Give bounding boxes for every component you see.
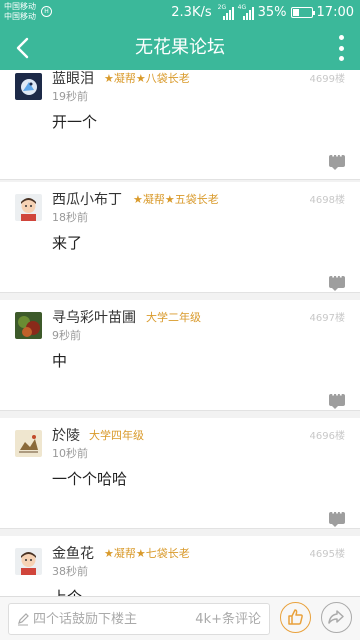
comment-icon[interactable]: [329, 151, 345, 170]
list-item[interactable]: 金鱼花 ★凝帮★七袋长老 38秒前 4695楼 上个: [0, 536, 360, 596]
page-title: 无花果论坛: [135, 37, 225, 58]
more-vertical-icon[interactable]: [336, 35, 346, 61]
hd-icon: H: [41, 6, 52, 17]
list-item[interactable]: 西瓜小布丁 ★凝帮★五袋长老 18秒前 4698楼 来了: [0, 182, 360, 293]
clock: 17:00: [316, 5, 354, 20]
post-time: 38秒前: [52, 565, 88, 578]
comment-count[interactable]: 4k+条评论: [195, 611, 261, 629]
reply-list: 蓝眼泪 ★凝帮★八袋长老 19秒前 4699楼 开一个 西瓜小布丁 ★凝帮★五袋…: [0, 70, 360, 596]
avatar[interactable]: [15, 312, 42, 339]
avatar[interactable]: [15, 73, 42, 100]
comment-input[interactable]: 四个话鼓励下楼主 4k+条评论: [8, 603, 270, 635]
post-time: 10秒前: [52, 447, 88, 460]
username[interactable]: 西瓜小布丁: [52, 190, 122, 210]
post-content: 上个: [52, 587, 82, 596]
thumbs-up-icon[interactable]: [280, 602, 311, 633]
rank-badge: ★凝帮★八袋长老: [104, 72, 190, 85]
post-content: 一个个哈哈: [52, 470, 128, 488]
comment-icon[interactable]: [329, 390, 345, 409]
rank-badge: ★凝帮★七袋长老: [104, 547, 190, 560]
rank-badge: ★凝帮★五袋长老: [133, 193, 219, 206]
carrier-2: 中国移动: [4, 12, 36, 21]
carrier-labels: 中国移动 中国移动: [4, 2, 36, 22]
username[interactable]: 蓝眼泪: [52, 70, 94, 89]
signal-sim2-icon: 4G: [238, 4, 254, 20]
post-content: 中: [52, 352, 68, 370]
floor-number: 4699楼: [309, 74, 345, 85]
pen-icon: [18, 613, 29, 626]
username[interactable]: 寻乌彩叶苗圃: [52, 308, 136, 328]
battery-icon: [290, 7, 315, 18]
post-time: 18秒前: [52, 211, 88, 224]
floor-number: 4698楼: [309, 195, 345, 206]
comment-placeholder: 四个话鼓励下楼主: [33, 612, 138, 627]
share-icon[interactable]: [321, 602, 352, 633]
comment-icon[interactable]: [329, 272, 345, 291]
carrier-1: 中国移动: [4, 2, 36, 11]
floor-number: 4696楼: [309, 431, 345, 442]
signal-sim1-icon: 2G: [218, 4, 234, 20]
username[interactable]: 金鱼花: [52, 544, 94, 564]
avatar[interactable]: [15, 430, 42, 457]
post-content: 来了: [52, 234, 83, 252]
rank-badge: 大学二年级: [146, 311, 201, 324]
floor-number: 4695楼: [309, 549, 345, 560]
bottom-bar: 四个话鼓励下楼主 4k+条评论: [0, 596, 360, 640]
list-item[interactable]: 寻乌彩叶苗圃 大学二年级 9秒前 4697楼 中: [0, 300, 360, 411]
post-content: 开一个: [52, 113, 98, 131]
post-time: 9秒前: [52, 329, 81, 342]
list-item[interactable]: 於陵 大学四年级 10秒前 4696楼 一个个哈哈: [0, 418, 360, 529]
post-time: 19秒前: [52, 90, 88, 103]
battery-percent: 35%: [257, 5, 287, 20]
app-bar: 无花果论坛: [0, 25, 360, 70]
rank-badge: 大学四年级: [89, 429, 144, 442]
network-speed: 2.3K/s: [171, 5, 212, 20]
avatar[interactable]: [15, 548, 42, 575]
username[interactable]: 於陵: [52, 426, 80, 446]
avatar[interactable]: [15, 194, 42, 221]
list-item[interactable]: 蓝眼泪 ★凝帮★八袋长老 19秒前 4699楼 开一个: [0, 70, 360, 180]
floor-number: 4697楼: [309, 313, 345, 324]
comment-icon[interactable]: [329, 508, 345, 527]
status-bar: 中国移动 中国移动 H 2.3K/s 2G 4G 35% 17:00: [0, 0, 360, 25]
